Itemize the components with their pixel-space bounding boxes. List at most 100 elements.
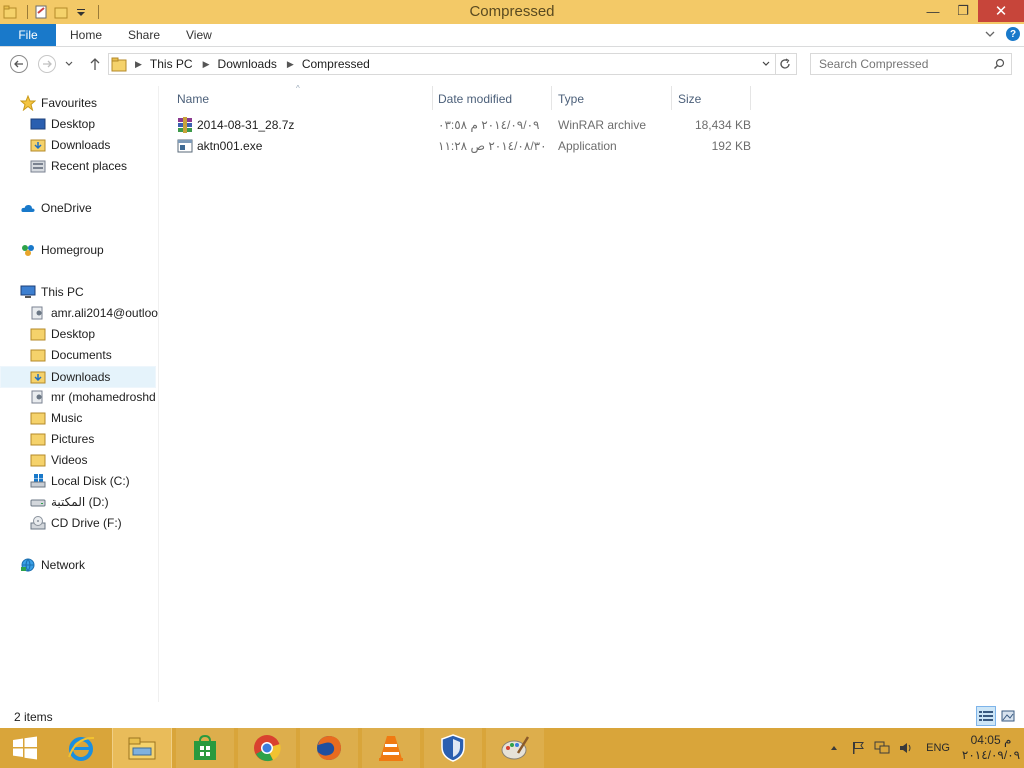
chrome-icon: [254, 735, 281, 762]
file-size: 192 KB: [711, 139, 751, 153]
breadcrumb-compressed[interactable]: Compressed: [302, 57, 370, 71]
drive-icon: [30, 499, 46, 507]
nav-this-pc[interactable]: This PC: [20, 282, 176, 302]
language-indicator[interactable]: ENG: [918, 742, 958, 754]
large-icons-view-icon: [1001, 710, 1015, 722]
search-box[interactable]: [810, 53, 1012, 75]
breadcrumb-separator-icon[interactable]: ▶: [287, 59, 294, 70]
address-dropdown-icon[interactable]: [761, 59, 771, 69]
taskbar-paint[interactable]: [486, 728, 544, 768]
status-bar: 2 items: [0, 706, 1024, 728]
nav-favourites[interactable]: Favourites: [20, 93, 176, 113]
user-folder-icon: [31, 390, 43, 404]
column-divider[interactable]: [551, 86, 552, 110]
folder-icon: [30, 349, 46, 362]
application-icon: [177, 139, 193, 153]
recent-places-icon: [30, 160, 46, 173]
details-view-icon: [979, 711, 993, 721]
network-status-button[interactable]: [870, 728, 894, 768]
close-button[interactable]: ✕: [978, 0, 1024, 22]
breadcrumb-downloads[interactable]: Downloads: [218, 57, 277, 71]
address-bar[interactable]: ▶ This PC ▶ Downloads ▶ Compressed: [108, 53, 776, 75]
taskbar-security[interactable]: [424, 728, 482, 768]
windows-drive-icon: [30, 474, 46, 488]
search-input[interactable]: [817, 56, 991, 72]
breadcrumb-separator-icon[interactable]: ▶: [135, 59, 142, 70]
paint-icon: [501, 736, 530, 760]
tab-home[interactable]: Home: [70, 24, 102, 46]
folder-icon: [30, 433, 46, 446]
file-row[interactable]: aktn001.exe ٢٠١٤/٠٨/٣٠ ص ١١:٢٨ Applicati…: [173, 136, 751, 157]
taskbar-internet-explorer[interactable]: [52, 728, 110, 768]
start-button[interactable]: [0, 728, 50, 768]
folder-icon: [30, 454, 46, 467]
store-icon: [194, 734, 216, 760]
desktop-icon: [30, 118, 46, 130]
file-explorer-icon: [128, 737, 156, 760]
nav-downloads-pc[interactable]: Downloads: [0, 366, 156, 388]
folder-icon: [30, 328, 46, 341]
star-icon: [20, 95, 36, 111]
show-hidden-icons-button[interactable]: [822, 728, 846, 768]
taskbar-firefox[interactable]: [300, 728, 358, 768]
clock-date: ٢٠١٤/٠٩/٠٩: [961, 748, 1021, 762]
column-divider[interactable]: [671, 86, 672, 110]
minimize-button[interactable]: —: [918, 0, 948, 22]
action-center-button[interactable]: [846, 728, 870, 768]
help-icon[interactable]: ?: [1006, 27, 1020, 41]
taskbar-store[interactable]: [176, 728, 234, 768]
file-type: WinRAR archive: [558, 118, 647, 132]
column-header-name[interactable]: Name: [177, 89, 209, 109]
network-status-icon: [874, 741, 890, 754]
column-header-type[interactable]: Type: [558, 89, 584, 109]
taskbar-chrome[interactable]: [238, 728, 296, 768]
file-list: ^ Name Date modified Type Size 2014-08-3…: [159, 84, 1024, 702]
column-divider[interactable]: [432, 86, 433, 110]
nav-onedrive[interactable]: OneDrive: [20, 198, 176, 218]
file-name: 2014-08-31_28.7z: [197, 118, 295, 132]
column-header-size[interactable]: Size: [678, 89, 701, 109]
file-date: ٢٠١٤/٠٨/٣٠ ص ١١:٢٨: [438, 139, 547, 153]
clock[interactable]: م 04:05 ٢٠١٤/٠٩/٠٩: [958, 733, 1024, 763]
nav-homegroup[interactable]: Homegroup: [20, 240, 176, 260]
forward-button[interactable]: [37, 54, 57, 74]
windows-logo-icon: [13, 736, 37, 760]
tab-file[interactable]: File: [0, 24, 56, 46]
view-switcher: [976, 706, 1018, 726]
ribbon-tabs: File Home Share View ?: [0, 24, 1024, 47]
volume-button[interactable]: [894, 728, 918, 768]
downloads-folder-icon: [30, 139, 46, 152]
back-button[interactable]: [9, 54, 29, 74]
firefox-icon: [317, 736, 341, 760]
search-icon: [993, 58, 1005, 70]
recent-locations-button[interactable]: [62, 54, 76, 74]
up-button[interactable]: [85, 54, 105, 74]
nav-network[interactable]: Network: [20, 555, 176, 575]
file-date: ٢٠١٤/٠٩/٠٩ م ٠٣:٥٨: [438, 118, 540, 132]
downloads-folder-icon: [30, 371, 46, 384]
window-title: Compressed: [469, 3, 555, 20]
tab-share[interactable]: Share: [128, 24, 160, 46]
breadcrumb-separator-icon[interactable]: ▶: [203, 59, 210, 70]
taskbar-vlc[interactable]: [362, 728, 420, 768]
clock-time: م 04:05: [970, 733, 1012, 747]
expand-ribbon-icon[interactable]: [984, 28, 996, 40]
large-icons-view-button[interactable]: [998, 706, 1018, 726]
speaker-icon: [900, 743, 911, 753]
refresh-button[interactable]: [774, 53, 797, 75]
details-view-button[interactable]: [976, 706, 996, 726]
folder-icon: [111, 57, 127, 72]
winrar-archive-icon: [178, 117, 192, 133]
cd-drive-icon: [30, 516, 46, 530]
file-size: 18,434 KB: [694, 118, 751, 132]
file-row[interactable]: 2014-08-31_28.7z ٢٠١٤/٠٩/٠٩ م ٠٣:٥٨ WinR…: [173, 115, 751, 136]
tab-view[interactable]: View: [186, 24, 212, 46]
forward-arrow-icon: [38, 55, 56, 73]
column-header-date[interactable]: Date modified: [438, 89, 512, 109]
homegroup-icon: [22, 245, 34, 256]
breadcrumb-this-pc[interactable]: This PC: [150, 57, 193, 71]
user-folder-icon: [31, 306, 43, 320]
column-divider[interactable]: [750, 86, 751, 110]
taskbar-file-explorer[interactable]: [112, 728, 172, 768]
restore-button[interactable]: ❐: [948, 0, 978, 22]
